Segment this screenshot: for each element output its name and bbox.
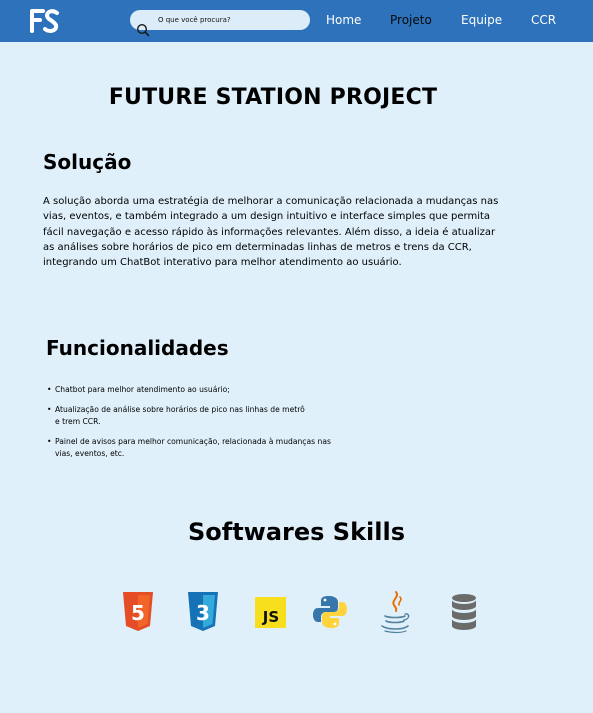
features-heading: Funcionalidades xyxy=(46,336,229,360)
feature-item: Painel de avisos para melhor comunicação… xyxy=(47,436,345,460)
svg-text:JS: JS xyxy=(262,608,279,626)
page-title: FUTURE STATION PROJECT xyxy=(108,85,438,110)
skills-heading: Softwares Skills xyxy=(187,518,406,546)
fs-logo-icon[interactable]: FS xyxy=(29,8,61,34)
solution-heading: Solução xyxy=(43,150,132,174)
search-icon[interactable] xyxy=(136,23,150,37)
features-list: Chatbot para melhor atendimento ao usuár… xyxy=(47,384,345,468)
javascript-icon: JS xyxy=(252,590,292,634)
python-icon xyxy=(310,590,350,634)
feature-item: Chatbot para melhor atendimento ao usuár… xyxy=(47,384,315,396)
html5-icon: 5 xyxy=(118,590,158,634)
solution-paragraph: A solução aborda uma estratégia de melho… xyxy=(43,196,499,269)
database-icon xyxy=(444,590,484,634)
svg-text:3: 3 xyxy=(196,601,210,625)
search-bar xyxy=(130,10,310,30)
java-icon xyxy=(375,590,415,634)
feature-item: Atualização de análise sobre horários de… xyxy=(47,404,305,428)
nav-ccr-link[interactable]: CCR xyxy=(531,13,556,27)
css3-icon: 3 xyxy=(183,590,223,634)
nav-projeto-link[interactable]: Projeto xyxy=(390,13,432,27)
top-navbar: FS Home Projeto Equipe CCR xyxy=(0,0,593,42)
search-input[interactable] xyxy=(158,13,303,27)
nav-equipe-link[interactable]: Equipe xyxy=(461,13,502,27)
svg-text:5: 5 xyxy=(131,601,145,625)
nav-home-link[interactable]: Home xyxy=(326,13,361,27)
